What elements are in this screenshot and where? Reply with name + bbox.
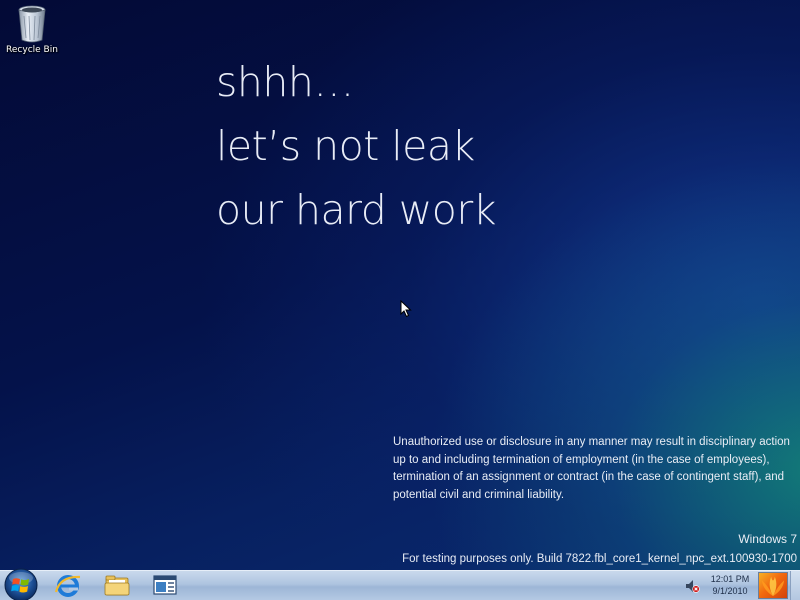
os-watermark: Windows 7 [738,532,797,546]
clock-date: 9/1/2010 [712,586,748,596]
taskbar-app-file-explorer[interactable] [99,572,135,599]
taskbar: 12:01 PM 9/1/2010 [0,567,800,600]
recycle-bin-icon [18,5,46,43]
headline-line-2: let’s not leak [216,122,475,170]
build-watermark: For testing purposes only. Build 7822.fb… [402,553,797,565]
clock-time: 12:01 PM [710,574,750,584]
mouse-pointer-icon [400,300,412,318]
legal-disclaimer: Unauthorized use or disclosure in any ma… [393,436,790,501]
taskbar-app-window[interactable] [147,572,183,599]
volume-muted-icon[interactable] [684,578,700,594]
headline: shhh… let’s not leak our hard work [216,50,496,242]
desktop-icon-recycle-bin[interactable]: Recycle Bin [4,4,60,60]
show-desktop-button[interactable] [790,571,800,600]
windows-orb-icon[interactable] [2,567,40,600]
internet-explorer-icon [54,575,81,597]
file-explorer-icon [104,575,130,596]
desktop[interactable]: Recycle Bin shhh… let’s not leak our har… [0,0,800,570]
headline-line-3: our hard work [216,186,496,234]
wallpaper-thumbnail[interactable] [758,572,788,599]
desktop-icon-label: Recycle Bin [6,45,58,55]
flower-icon [761,576,785,597]
headline-line-1: shhh… [216,58,354,106]
taskbar-clock[interactable]: 12:01 PM 9/1/2010 [706,573,754,597]
taskbar-app-internet-explorer[interactable] [50,572,86,599]
app-window-icon [153,575,177,595]
